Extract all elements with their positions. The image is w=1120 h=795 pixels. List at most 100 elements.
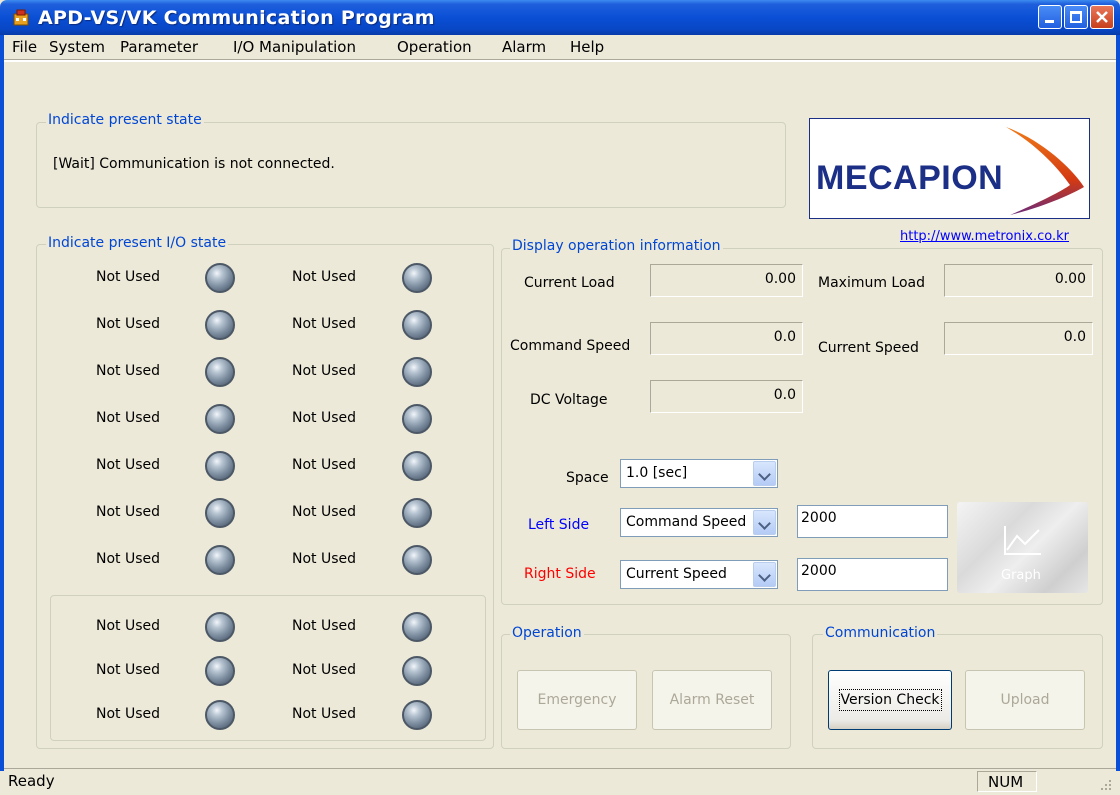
- num-indicator-text: NUM: [988, 773, 1024, 791]
- version-check-button[interactable]: Version Check: [828, 670, 952, 730]
- io-led-indicator-icon: [205, 263, 235, 293]
- io-led-indicator-icon: [402, 656, 432, 686]
- left-side-select-value: Command Speed: [626, 514, 747, 530]
- left-side-select[interactable]: Command Speed: [620, 508, 778, 537]
- io-label-left: Not Used: [96, 316, 161, 332]
- status-text: Ready: [8, 772, 55, 790]
- command-speed-label: Command Speed: [510, 338, 631, 354]
- io-led-indicator-icon: [402, 612, 432, 642]
- chevron-down-icon[interactable]: [753, 562, 776, 587]
- operation-info-label: Display operation information: [510, 238, 723, 254]
- maximum-load-label: Maximum Load: [818, 275, 926, 291]
- maximize-button[interactable]: [1064, 5, 1088, 29]
- io-led-indicator-icon: [402, 404, 432, 434]
- menu-file[interactable]: File: [12, 38, 37, 56]
- num-indicator: NUM: [977, 771, 1037, 792]
- io-label-left: Not Used: [96, 457, 161, 473]
- io-label-left: Not Used: [96, 662, 161, 678]
- io-label-right: Not Used: [292, 504, 357, 520]
- io-led-indicator-icon: [402, 498, 432, 528]
- io-led-indicator-icon: [205, 612, 235, 642]
- chevron-down-icon[interactable]: [753, 510, 776, 535]
- io-led-indicator-icon: [205, 310, 235, 340]
- mecapion-logo: MECAPION: [809, 118, 1090, 219]
- menu-system[interactable]: System: [49, 38, 105, 56]
- io-label-left: Not Used: [96, 706, 161, 722]
- maximum-load-value: 0.00: [944, 264, 1093, 297]
- upload-button[interactable]: Upload: [965, 670, 1085, 730]
- present-state-label: Indicate present state: [46, 112, 204, 128]
- website-link[interactable]: http://www.metronix.co.kr: [900, 229, 1069, 244]
- graph-label: Graph: [1001, 568, 1041, 583]
- io-label-right: Not Used: [292, 662, 357, 678]
- io-label-left: Not Used: [96, 504, 161, 520]
- menu-alarm[interactable]: Alarm: [502, 38, 546, 56]
- alarm-reset-button[interactable]: Alarm Reset: [652, 670, 772, 730]
- right-side-select-value: Current Speed: [626, 566, 727, 582]
- io-label-right: Not Used: [292, 457, 357, 473]
- graph-icon: [1004, 526, 1041, 555]
- app-icon: [13, 9, 29, 26]
- menu-parameter[interactable]: Parameter: [120, 38, 198, 56]
- chevron-down-icon[interactable]: [753, 461, 776, 486]
- current-speed-label: Current Speed: [818, 340, 919, 356]
- minimize-button[interactable]: [1038, 5, 1062, 29]
- io-led-indicator-icon: [402, 700, 432, 730]
- io-label-right: Not Used: [292, 551, 357, 567]
- resize-grip-icon[interactable]: [1098, 777, 1112, 791]
- emergency-button[interactable]: Emergency: [517, 670, 637, 730]
- communication-label: Communication: [823, 625, 938, 641]
- minimize-icon: [1045, 20, 1054, 23]
- io-led-indicator-icon: [205, 404, 235, 434]
- operation-label: Operation: [510, 625, 584, 641]
- io-label-right: Not Used: [292, 706, 357, 722]
- io-led-indicator-icon: [205, 656, 235, 686]
- logo-text: MECAPION: [816, 159, 1004, 197]
- io-led-indicator-icon: [402, 263, 432, 293]
- left-side-label: Left Side: [528, 517, 590, 533]
- io-led-indicator-icon: [402, 357, 432, 387]
- space-select-value: 1.0 [sec]: [626, 465, 688, 481]
- left-side-scale-input[interactable]: 2000: [797, 505, 948, 538]
- io-label-left: Not Used: [96, 551, 161, 567]
- status-bar: Ready NUM: [4, 768, 1116, 795]
- version-check-label: Version Check: [838, 689, 942, 711]
- graph-button[interactable]: Graph: [957, 502, 1088, 593]
- io-label-right: Not Used: [292, 316, 357, 332]
- client-edge: [4, 59, 1116, 62]
- current-speed-value: 0.0: [944, 322, 1093, 355]
- present-state-message: [Wait] Communication is not connected.: [53, 156, 335, 172]
- io-label-right: Not Used: [292, 410, 357, 426]
- menu-io-manipulation[interactable]: I/O Manipulation: [233, 38, 356, 56]
- menu-help[interactable]: Help: [570, 38, 604, 56]
- io-led-indicator-icon: [205, 700, 235, 730]
- window-title: APD-VS/VK Communication Program: [38, 7, 435, 29]
- menu-bar: File System Parameter I/O Manipulation O…: [4, 35, 1116, 59]
- space-label: Space: [566, 470, 609, 486]
- io-label-left: Not Used: [96, 269, 161, 285]
- right-side-select[interactable]: Current Speed: [620, 560, 778, 589]
- io-led-indicator-icon: [205, 545, 235, 575]
- dc-voltage-value: 0.0: [650, 380, 803, 413]
- io-led-indicator-icon: [402, 310, 432, 340]
- io-label-right: Not Used: [292, 363, 357, 379]
- dc-voltage-label: DC Voltage: [530, 392, 608, 408]
- io-label-left: Not Used: [96, 363, 161, 379]
- io-label-right: Not Used: [292, 618, 357, 634]
- command-speed-value: 0.0: [650, 322, 803, 355]
- window-frame-left: [0, 35, 4, 771]
- io-led-indicator-icon: [402, 545, 432, 575]
- menu-operation[interactable]: Operation: [397, 38, 472, 56]
- io-led-indicator-icon: [205, 357, 235, 387]
- io-led-indicator-icon: [402, 451, 432, 481]
- io-label-left: Not Used: [96, 410, 161, 426]
- io-led-indicator-icon: [205, 498, 235, 528]
- maximize-icon: [1070, 11, 1082, 23]
- close-button[interactable]: [1090, 5, 1114, 29]
- io-state-label: Indicate present I/O state: [46, 235, 229, 251]
- logo-swoosh-icon: [1006, 127, 1084, 215]
- current-load-label: Current Load: [524, 275, 615, 291]
- space-select[interactable]: 1.0 [sec]: [620, 459, 778, 488]
- right-side-scale-input[interactable]: 2000: [797, 558, 948, 591]
- close-icon: [1096, 11, 1108, 23]
